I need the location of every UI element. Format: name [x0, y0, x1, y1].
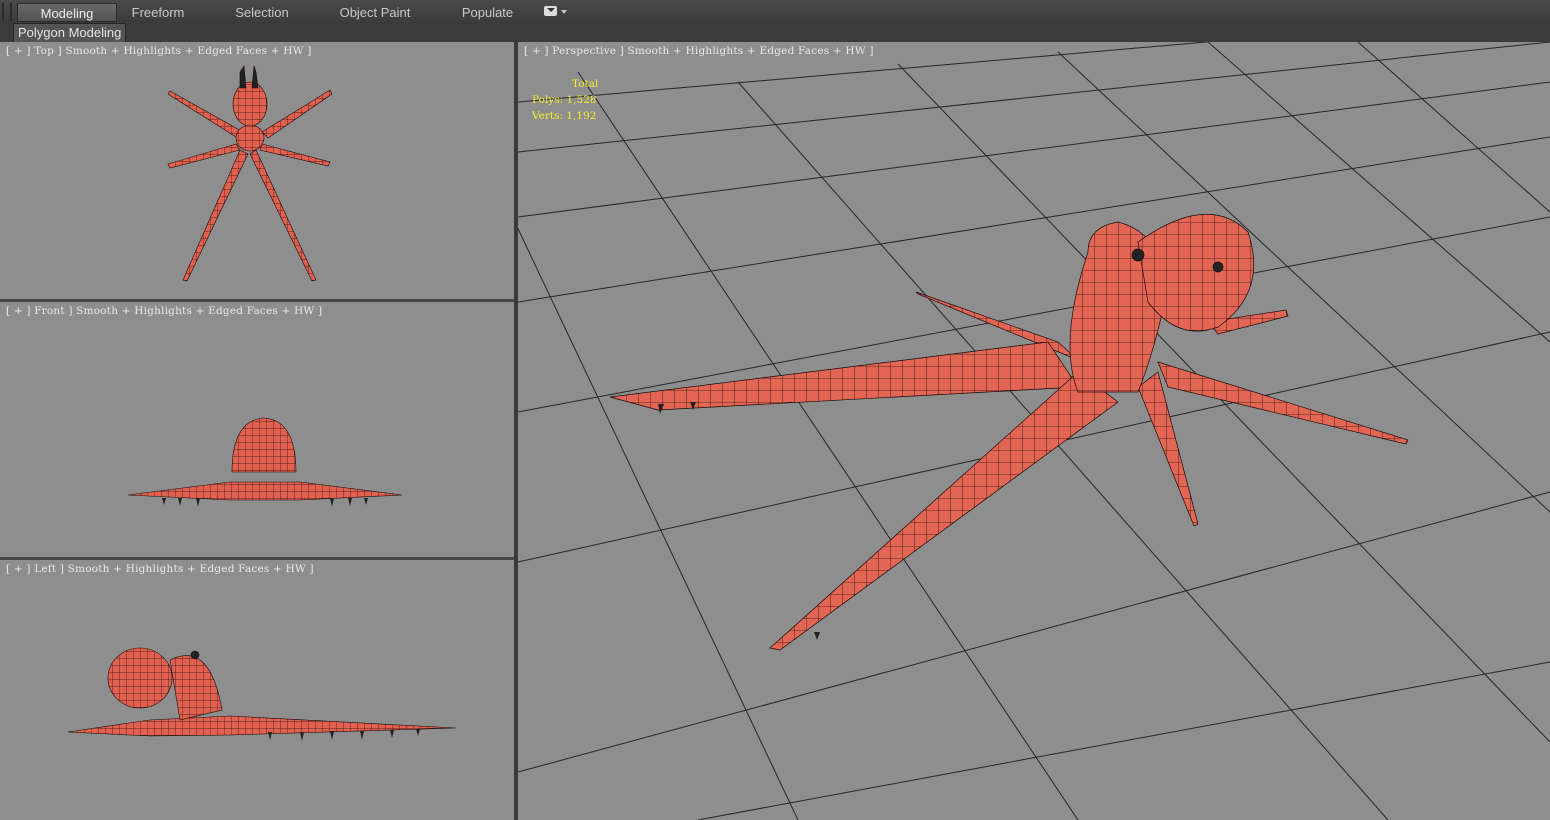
viewport-top[interactable]: [ + ] Top ] Smooth + Highlights + Edged …: [0, 42, 514, 302]
viewport-front[interactable]: [ + ] Front ] Smooth + Highlights + Edge…: [0, 302, 514, 560]
front-view-octopus-mesh: [127, 417, 403, 507]
viewport-left-label[interactable]: [ + ] Left ] Smooth + Highlights + Edged…: [6, 563, 314, 575]
ribbon-options-dropdown[interactable]: [544, 5, 568, 19]
ribbon-panel-bar: [0, 24, 1550, 43]
tab-selection[interactable]: Selection: [222, 3, 302, 22]
viewport-top-label[interactable]: [ + ] Top ] Smooth + Highlights + Edged …: [6, 45, 312, 57]
tab-object-paint[interactable]: Object Paint: [330, 3, 420, 22]
scene-statistics: Total Polys: 1,528 Verts: 1,192: [532, 76, 598, 124]
viewport-perspective-label[interactable]: [ + ] Perspective ] Smooth + Highlights …: [524, 45, 874, 57]
viewport-perspective[interactable]: [ + ] Perspective ] Smooth + Highlights …: [518, 42, 1550, 820]
ribbon-grip-handle[interactable]: [2, 3, 12, 21]
octopus-perspective-mesh: [609, 213, 1409, 651]
chevron-down-icon: [561, 10, 567, 14]
stats-verts: Verts: 1,192: [532, 110, 597, 122]
top-view-octopus-mesh: [167, 65, 333, 282]
viewport-left[interactable]: [ + ] Left ] Smooth + Highlights + Edged…: [0, 560, 514, 820]
viewport-front-label[interactable]: [ + ] Front ] Smooth + Highlights + Edge…: [6, 305, 322, 317]
polygon-modeling-panel-button[interactable]: Polygon Modeling: [13, 23, 127, 43]
ribbon-tab-bar: Modeling Freeform Selection Object Paint…: [0, 0, 1550, 25]
left-view-octopus-mesh: [67, 647, 457, 741]
stats-polys: Polys: 1,528: [532, 94, 597, 106]
tab-freeform[interactable]: Freeform: [117, 3, 199, 22]
ribbon-display-icon: [544, 6, 557, 16]
stats-total-label: Total: [572, 78, 599, 90]
tab-populate[interactable]: Populate: [450, 3, 525, 22]
perspective-grid-and-mesh: [518, 42, 1550, 820]
tab-modeling[interactable]: Modeling: [17, 3, 117, 22]
